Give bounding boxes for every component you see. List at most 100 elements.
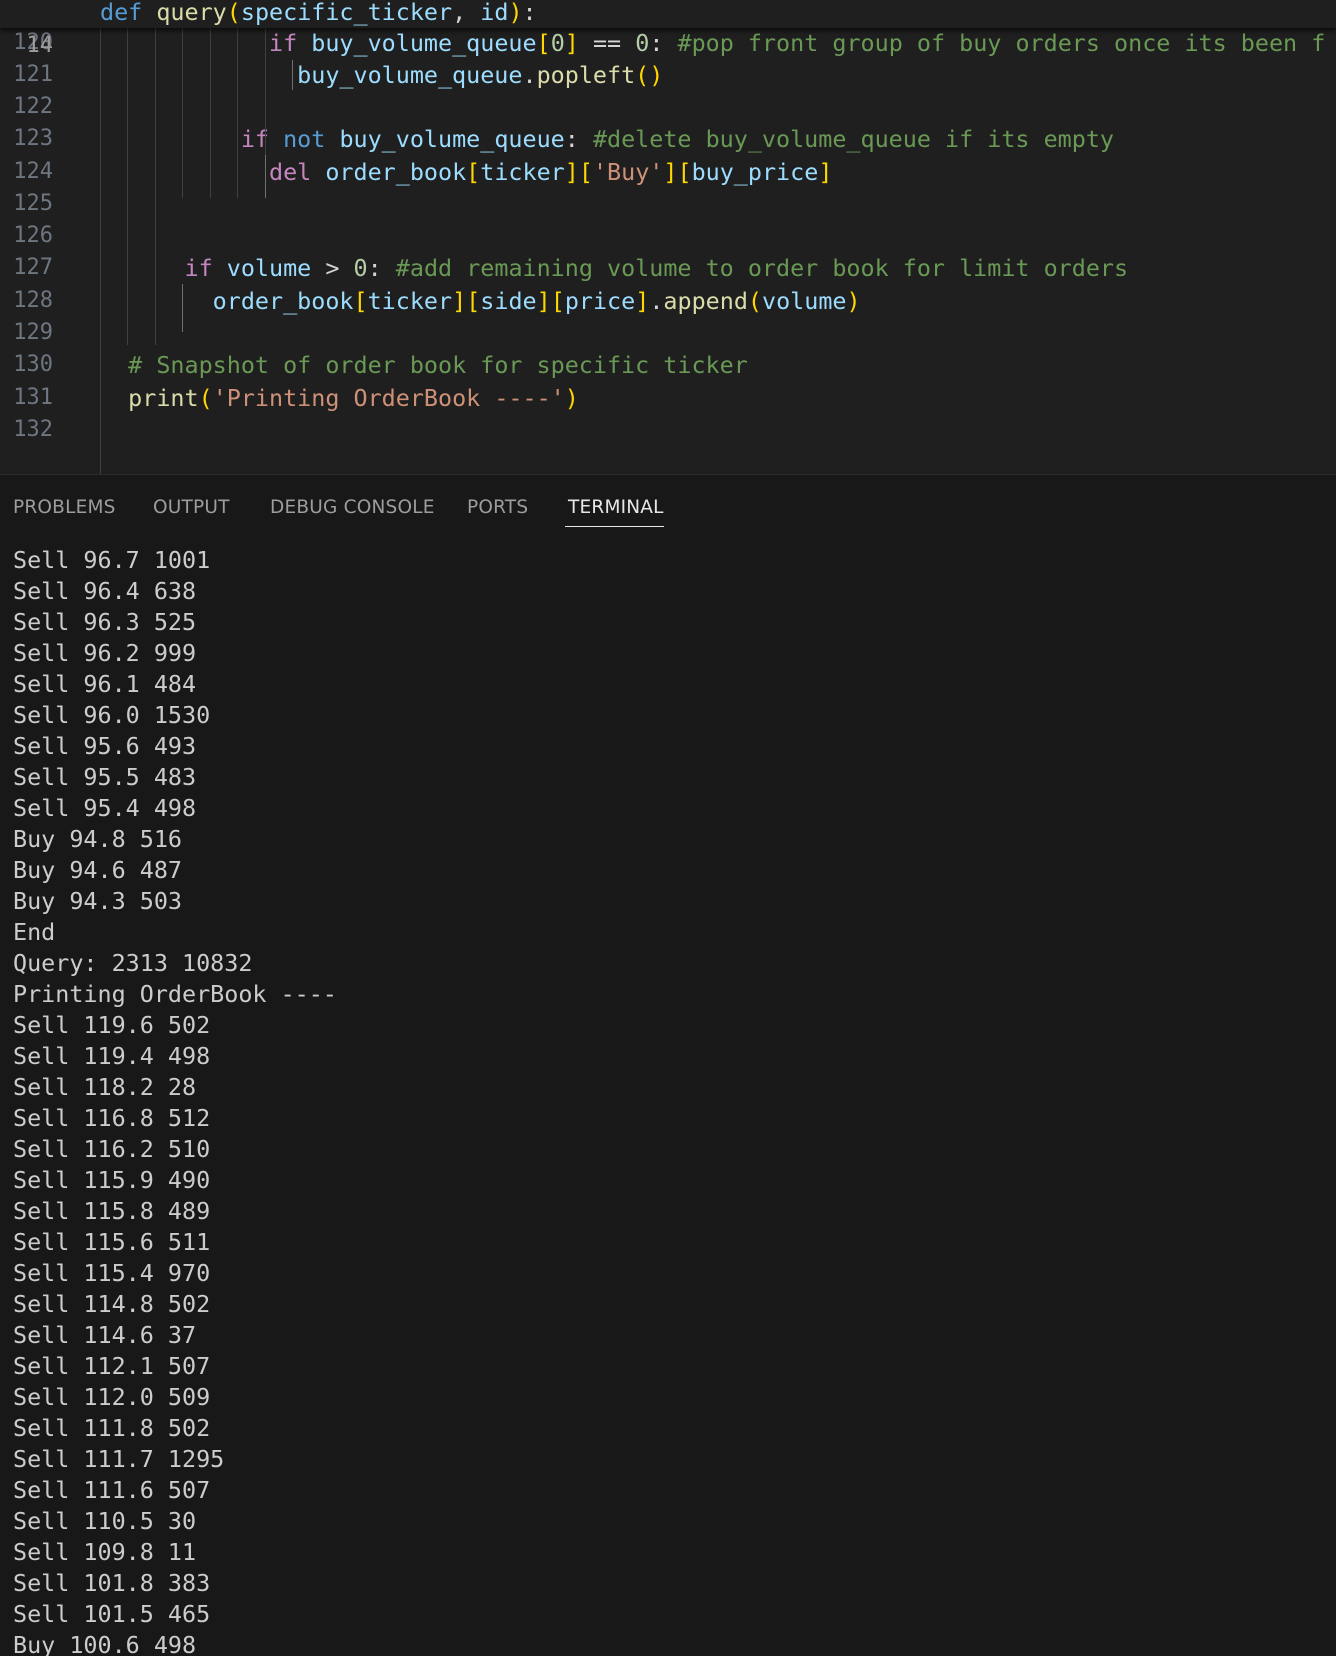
terminal-line: Sell 109.8 11 [13,1538,197,1566]
code-token: [ [578,158,593,186]
indent-guide [155,28,156,345]
code-token: 0 [353,254,368,282]
code-line[interactable]: 126 [0,219,1336,253]
code-editor[interactable]: 14 def query(specific_ticker, id): 120 i… [0,0,1336,474]
tab-ports[interactable]: PORTS [467,497,528,518]
indent-guide [292,60,293,90]
terminal-line: Sell 96.7 1001 [13,546,211,574]
code-token: : [649,29,678,57]
code-token: ) [846,287,861,315]
indent-guide [182,28,183,198]
code-token: specific_ticker [240,0,453,26]
terminal-line: Sell 114.8 502 [13,1290,211,1318]
terminal-line: Sell 119.6 502 [13,1011,211,1039]
code-token: #delete buy_volume_queue if its empty [592,125,1114,153]
code-token: buy_volume_queue [339,125,565,153]
code-token: 'Printing OrderBook ----' [212,384,565,412]
terminal-line: Sell 116.8 512 [13,1104,211,1132]
code-token: [ [466,287,481,315]
code-line[interactable]: 132 [0,413,1336,447]
tab-debug-console[interactable]: DEBUG CONSOLE [270,497,435,518]
line-number: 124 [13,159,53,184]
code-line[interactable]: 121 buy_volume_queue.popleft() [0,58,1336,92]
code-token: ticker [480,158,565,186]
code-text: if volume > 0: #add remaining volume to … [100,251,1129,285]
terminal-line: Buy 94.3 503 [13,887,182,915]
terminal-line: Printing OrderBook ---- [13,980,337,1008]
code-token: . [649,287,664,315]
bottom-panel: PROBLEMS OUTPUT DEBUG CONSOLE PORTS TERMINAL… [0,474,1336,1656]
code-token: == [578,29,636,57]
code-text: print('Printing OrderBook ----') [100,381,579,415]
terminal-line: Sell 111.7 1295 [13,1445,225,1473]
terminal-line: Buy 100.6 498 [13,1631,197,1656]
terminal-line: Sell 115.4 970 [13,1259,211,1287]
active-tab-indicator [565,526,664,527]
code-token: ) [508,0,523,26]
code-line[interactable]: 127 if volume > 0: #add remaining volume… [0,251,1336,285]
code-token: [ [536,29,551,57]
terminal-line: Sell 112.0 509 [13,1383,211,1411]
code-line[interactable]: 129 [0,316,1336,350]
terminal-line: Buy 94.8 516 [13,825,182,853]
terminal-line: Sell 96.0 1530 [13,701,211,729]
code-text: order_book[ticker][side][price].append(v… [100,284,861,318]
code-line[interactable]: 128 order_book[ticker][side][price].appe… [0,284,1336,318]
line-number: 126 [13,223,53,248]
tab-problems[interactable]: PROBLEMS [13,497,116,518]
code-token: if [269,29,298,57]
terminal-line: Sell 95.6 493 [13,732,197,760]
code-line[interactable]: 131 print('Printing OrderBook ----') [0,381,1336,415]
code-token: # Snapshot of order book for specific ti… [128,351,748,379]
code-token: [ [677,158,692,186]
terminal-output[interactable]: Sell 96.7 1001 Sell 96.4 638 Sell 96.3 525… [13,545,337,1656]
terminal-line: Buy 94.6 487 [13,856,182,884]
code-token: append [663,287,748,315]
code-token: ( [198,384,213,412]
code-token: , [452,0,481,26]
code-token: buy_volume_queue [297,61,523,89]
code-token: id [480,0,509,26]
line-number: 129 [13,320,53,345]
line-number: 131 [13,385,53,410]
panel-tabs: PROBLEMS OUTPUT DEBUG CONSOLE PORTS TERMINAL [0,475,1336,529]
code-line[interactable]: 120 if buy_volume_queue[0] == 0: #pop fr… [0,26,1336,60]
code-token: ] [635,287,650,315]
code-text: # Snapshot of order book for specific ti… [100,348,748,382]
code-token: not [283,125,326,153]
code-token: volume [762,287,847,315]
terminal-line: Sell 110.5 30 [13,1507,197,1535]
code-token: query [156,0,227,26]
tab-terminal[interactable]: TERMINAL [568,497,664,518]
code-token: popleft [536,61,636,89]
tab-output[interactable]: OUTPUT [153,497,230,518]
code-line[interactable]: 122 [0,90,1336,124]
indent-guide [182,284,183,332]
indent-guide [100,28,101,474]
terminal-line: Query: 2313 10832 [13,949,253,977]
code-line[interactable]: 123 if not buy_volume_queue: #delete buy… [0,122,1336,156]
terminal-line: Sell 95.5 483 [13,763,197,791]
code-line[interactable]: 130 # Snapshot of order book for specifi… [0,348,1336,382]
terminal-line: Sell 112.1 507 [13,1352,211,1380]
terminal-line: Sell 116.2 510 [13,1135,211,1163]
indent-guide [210,28,211,198]
code-text: if not buy_volume_queue: #delete buy_vol… [100,122,1114,156]
code-token: ticker [367,287,453,315]
code-token: [ [353,287,368,315]
terminal-line: Sell 96.2 999 [13,639,197,667]
code-text: buy_volume_queue.popleft() [100,58,663,92]
code-line[interactable]: 125 [0,187,1336,221]
code-line[interactable]: 124 del order_book[ticker]['Buy'][buy_pr… [0,155,1336,189]
code-token: ] [564,29,579,57]
code-token: order_book [212,287,354,315]
sticky-line[interactable]: 14 def query(specific_ticker, id): [0,0,1336,58]
sticky-scroll-header[interactable]: 14 def query(specific_ticker, id): [0,0,1336,58]
